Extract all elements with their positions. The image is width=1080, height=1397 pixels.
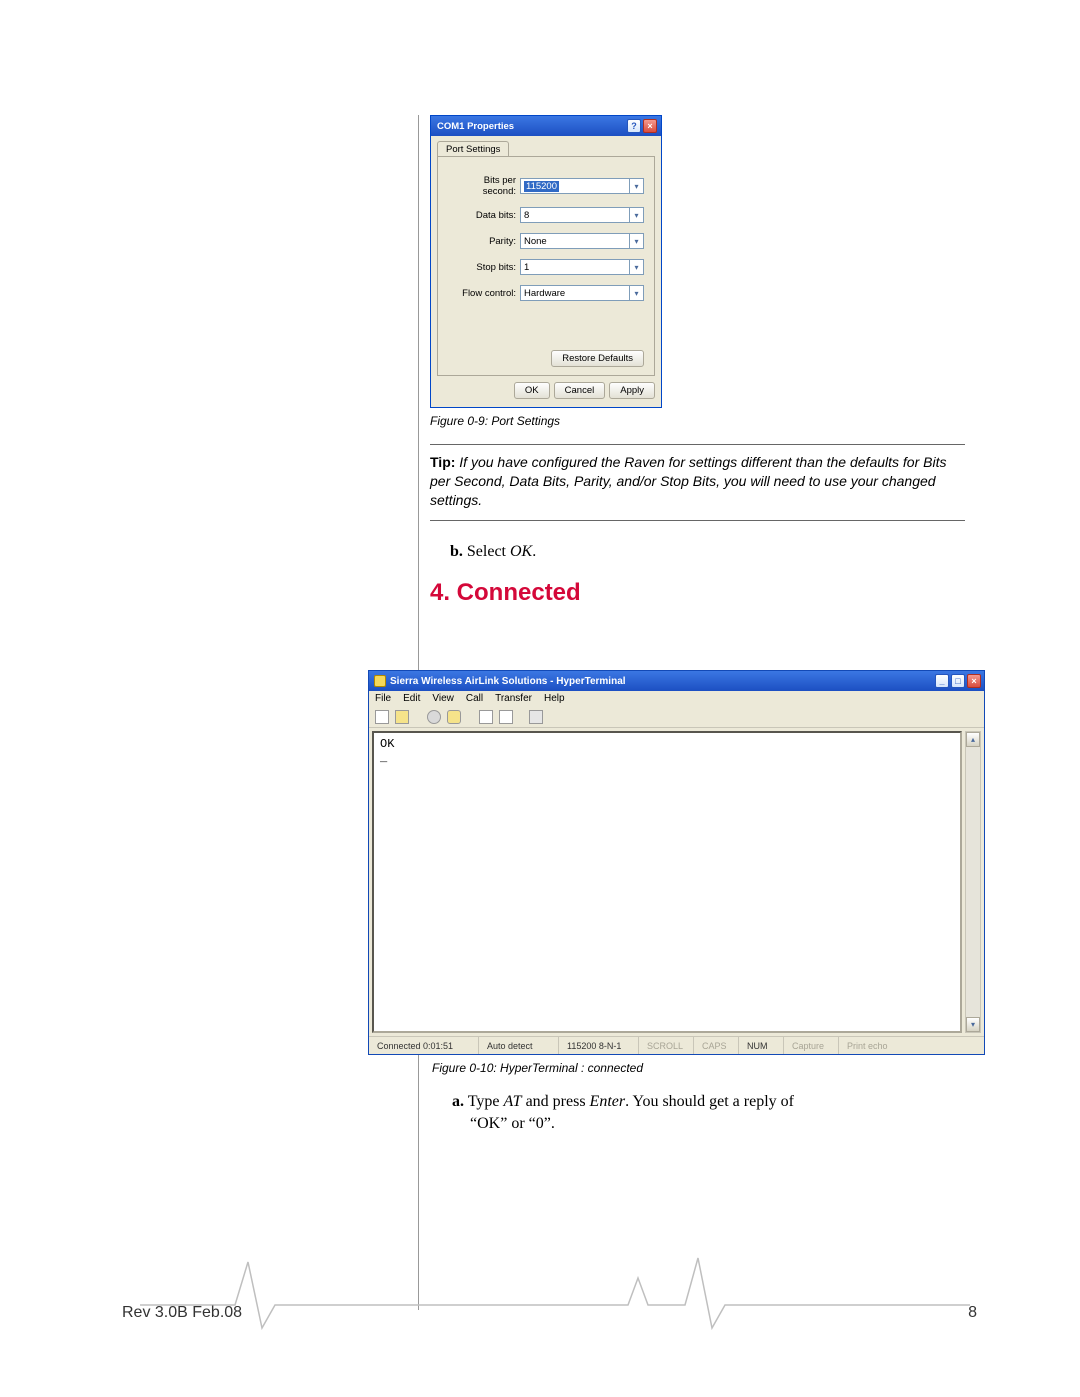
tip-rule-bottom bbox=[430, 520, 965, 521]
parity-label: Parity: bbox=[448, 236, 520, 247]
hyperterminal-status-bar: Connected 0:01:51 Auto detect 115200 8-N… bbox=[369, 1036, 984, 1054]
chevron-down-icon: ▾ bbox=[629, 286, 643, 300]
apply-button[interactable]: Apply bbox=[609, 382, 655, 399]
step-a-at: AT bbox=[503, 1093, 521, 1110]
com1-properties-dialog: COM1 Properties ? × Port Settings Bits p… bbox=[430, 115, 662, 408]
tip-block: Tip: If you have configured the Raven fo… bbox=[430, 453, 965, 510]
dialog-title-bar: COM1 Properties ? × bbox=[431, 116, 661, 136]
menu-help[interactable]: Help bbox=[544, 693, 565, 704]
footer-revision: Rev 3.0B Feb.08 bbox=[122, 1304, 242, 1322]
close-icon[interactable]: × bbox=[967, 674, 981, 688]
chevron-down-icon: ▾ bbox=[629, 179, 643, 193]
disconnect-icon[interactable] bbox=[447, 710, 461, 724]
status-printecho: Print echo bbox=[839, 1037, 984, 1054]
status-caps: CAPS bbox=[694, 1037, 739, 1054]
step-b-post: . bbox=[532, 543, 536, 560]
tip-body: If you have configured the Raven for set… bbox=[430, 454, 946, 508]
hyperterminal-app-icon bbox=[374, 675, 386, 687]
status-connected: Connected 0:01:51 bbox=[369, 1037, 479, 1054]
menu-call[interactable]: Call bbox=[466, 693, 483, 704]
flow-control-label: Flow control: bbox=[448, 288, 520, 299]
properties-icon[interactable] bbox=[529, 710, 543, 724]
status-autodetect: Auto detect bbox=[479, 1037, 559, 1054]
chevron-down-icon: ▾ bbox=[629, 208, 643, 222]
step-b-pre: Select bbox=[467, 543, 510, 560]
figure-0-10-caption: Figure 0-10: HyperTerminal : connected bbox=[432, 1061, 985, 1075]
hyperterminal-menu-bar: File Edit View Call Transfer Help bbox=[369, 691, 984, 706]
step-b-letter: b. bbox=[450, 543, 463, 560]
minimize-icon[interactable]: _ bbox=[935, 674, 949, 688]
dialog-body: Bits per second: 115200 ▾ Data bits: 8 ▾… bbox=[437, 156, 655, 376]
menu-view[interactable]: View bbox=[432, 693, 454, 704]
step-a-mid: and press bbox=[522, 1093, 590, 1110]
bits-per-second-select[interactable]: 115200 ▾ bbox=[520, 178, 644, 194]
chevron-down-icon: ▾ bbox=[629, 234, 643, 248]
step-a-pre: Type bbox=[468, 1093, 504, 1110]
data-bits-select[interactable]: 8 ▾ bbox=[520, 207, 644, 223]
dialog-title-text: COM1 Properties bbox=[437, 121, 514, 132]
close-icon[interactable]: × bbox=[643, 119, 657, 133]
parity-value: None bbox=[524, 236, 547, 247]
step-b: b. Select OK. bbox=[450, 543, 980, 561]
page-footer: Rev 3.0B Feb.08 8 bbox=[122, 1304, 977, 1322]
footer-page-number: 8 bbox=[968, 1304, 977, 1322]
tip-label: Tip: bbox=[430, 454, 455, 470]
bits-per-second-value: 115200 bbox=[524, 181, 559, 192]
open-icon[interactable] bbox=[395, 710, 409, 724]
tip-rule-top bbox=[430, 444, 965, 445]
ok-button[interactable]: OK bbox=[514, 382, 550, 399]
flow-control-value: Hardware bbox=[524, 288, 565, 299]
hyperterminal-title-text: Sierra Wireless AirLink Solutions - Hype… bbox=[390, 676, 626, 687]
scroll-down-icon[interactable]: ▾ bbox=[966, 1017, 980, 1032]
step-a-post: . You should get a reply of bbox=[625, 1093, 794, 1110]
vertical-scrollbar[interactable]: ▴ ▾ bbox=[965, 731, 981, 1033]
menu-edit[interactable]: Edit bbox=[403, 693, 420, 704]
scroll-up-icon[interactable]: ▴ bbox=[966, 732, 980, 747]
terminal-output: OK _ bbox=[374, 733, 960, 1031]
send-icon[interactable] bbox=[479, 710, 493, 724]
step-a-letter: a. bbox=[452, 1093, 464, 1110]
terminal-area[interactable]: OK _ bbox=[372, 731, 962, 1033]
parity-select[interactable]: None ▾ bbox=[520, 233, 644, 249]
step-b-ok: OK bbox=[510, 543, 532, 560]
hyperterminal-title-bar: Sierra Wireless AirLink Solutions - Hype… bbox=[369, 671, 984, 691]
step-a: a. Type AT and press Enter. You should g… bbox=[452, 1091, 952, 1134]
hyperterminal-toolbar bbox=[369, 706, 984, 728]
section-heading-connected: 4. Connected bbox=[430, 579, 980, 607]
bits-per-second-label: Bits per second: bbox=[448, 175, 520, 197]
status-capture: Capture bbox=[784, 1037, 839, 1054]
data-bits-value: 8 bbox=[524, 210, 529, 221]
status-num: NUM bbox=[739, 1037, 784, 1054]
step-a-line2: “OK” or “0”. bbox=[470, 1115, 555, 1132]
tab-port-settings[interactable]: Port Settings bbox=[437, 141, 509, 157]
cancel-button[interactable]: Cancel bbox=[554, 382, 606, 399]
help-icon[interactable]: ? bbox=[627, 119, 641, 133]
status-scroll: SCROLL bbox=[639, 1037, 694, 1054]
new-icon[interactable] bbox=[375, 710, 389, 724]
chevron-down-icon: ▾ bbox=[629, 260, 643, 274]
status-mode: 115200 8-N-1 bbox=[559, 1037, 639, 1054]
stop-bits-value: 1 bbox=[524, 262, 529, 273]
flow-control-select[interactable]: Hardware ▾ bbox=[520, 285, 644, 301]
hyperterminal-window: Sierra Wireless AirLink Solutions - Hype… bbox=[368, 670, 985, 1055]
connect-icon[interactable] bbox=[427, 710, 441, 724]
restore-defaults-button[interactable]: Restore Defaults bbox=[551, 350, 644, 367]
figure-0-9-caption: Figure 0-9: Port Settings bbox=[430, 414, 980, 428]
stop-bits-select[interactable]: 1 ▾ bbox=[520, 259, 644, 275]
menu-transfer[interactable]: Transfer bbox=[495, 693, 532, 704]
data-bits-label: Data bits: bbox=[448, 210, 520, 221]
step-a-enter: Enter bbox=[590, 1093, 626, 1110]
menu-file[interactable]: File bbox=[375, 693, 391, 704]
maximize-icon[interactable]: □ bbox=[951, 674, 965, 688]
stop-bits-label: Stop bits: bbox=[448, 262, 520, 273]
receive-icon[interactable] bbox=[499, 710, 513, 724]
